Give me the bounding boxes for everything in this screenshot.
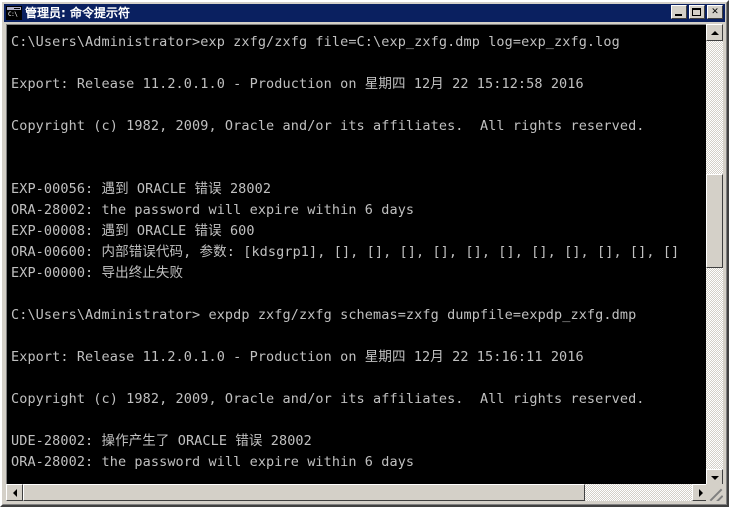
console-client-area[interactable]: C:\Users\Administrator>exp zxfg/zxfg fil… (6, 24, 709, 486)
console-line: Copyright (c) 1982, 2009, Oracle and/or … (11, 391, 645, 407)
scroll-up-arrow-icon (710, 30, 719, 35)
console-output: C:\Users\Administrator>exp zxfg/zxfg fil… (11, 32, 708, 485)
window-controls: ✕ (671, 5, 723, 19)
console-icon-text: C:\ (7, 11, 21, 19)
minimize-button[interactable] (671, 5, 687, 19)
console-line: EXP-00056: 遇到 ORACLE 错误 28002 (11, 181, 272, 197)
console-line: Export: Release 11.2.0.1.0 - Production … (11, 76, 584, 92)
console-line: UDE-28002: 操作产生了 ORACLE 错误 28002 (11, 433, 312, 449)
close-button[interactable]: ✕ (707, 5, 723, 19)
close-icon: ✕ (711, 7, 719, 17)
scroll-left-button[interactable] (6, 484, 23, 501)
vertical-scrollbar[interactable] (706, 24, 723, 486)
titlebar[interactable]: C:\ 管理员: 命令提示符 ✕ (4, 4, 725, 22)
scroll-left-arrow-icon (12, 488, 17, 497)
console-line: Export: Release 11.2.0.1.0 - Production … (11, 349, 584, 365)
horizontal-scroll-track[interactable] (23, 484, 692, 501)
maximize-button[interactable] (689, 5, 705, 19)
console-line: ORA-28002: the password will expire with… (11, 202, 415, 218)
console-line: C:\Users\Administrator>exp zxfg/zxfg fil… (11, 34, 620, 50)
console-line: EXP-00008: 遇到 ORACLE 错误 600 (11, 223, 255, 239)
scroll-up-button[interactable] (706, 24, 723, 41)
horizontal-scroll-thumb[interactable] (23, 484, 585, 501)
scroll-right-arrow-icon (698, 488, 703, 497)
console-line: ORA-00600: 内部错误代码, 参数: [kdsgrp1], [], []… (11, 244, 680, 260)
window-inner-frame: C:\ 管理员: 命令提示符 ✕ C:\Users\Administrator>… (2, 2, 727, 505)
window-title: 管理员: 命令提示符 (25, 6, 130, 20)
console-line: C:\Users\Administrator> expdp zxfg/zxfg … (11, 307, 637, 323)
horizontal-scrollbar[interactable] (6, 484, 709, 501)
console-line: ORA-28002: the password will expire with… (11, 454, 415, 470)
maximize-icon (690, 6, 704, 18)
minimize-icon (672, 6, 686, 18)
resize-grip[interactable] (706, 484, 723, 501)
vertical-scroll-track[interactable] (706, 41, 723, 469)
scroll-down-arrow-icon (710, 475, 719, 480)
vertical-scroll-thumb[interactable] (706, 173, 723, 268)
console-line: EXP-00000: 导出终止失败 (11, 265, 184, 281)
console-line: Copyright (c) 1982, 2009, Oracle and/or … (11, 118, 645, 134)
console-icon: C:\ (6, 6, 22, 20)
command-prompt-window: C:\ 管理员: 命令提示符 ✕ C:\Users\Administrator>… (0, 0, 729, 507)
